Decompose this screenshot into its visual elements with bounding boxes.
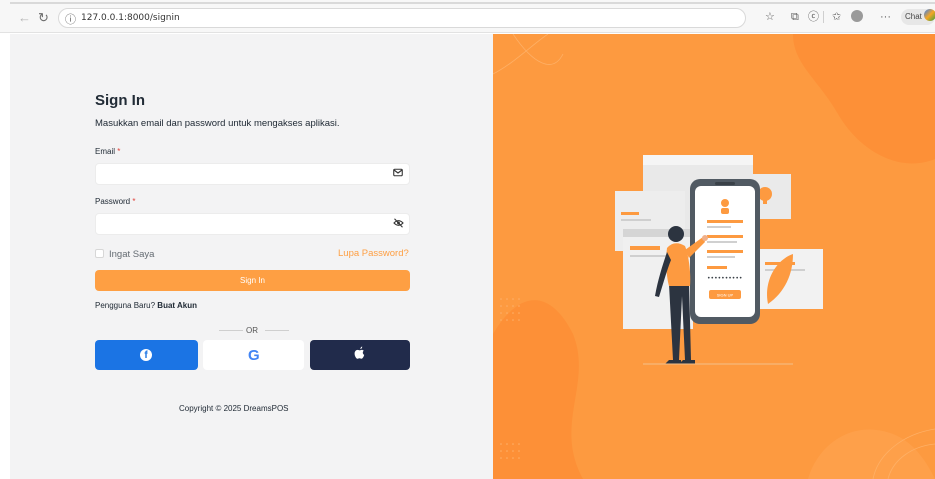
more-icon[interactable]: ··· [880, 10, 891, 24]
woman-shoe [665, 360, 681, 364]
email-label: Email * [95, 147, 120, 156]
phone-form-line [707, 220, 743, 223]
new-user-prompt: Pengguna Baru? [95, 301, 156, 310]
forgot-password-link[interactable]: Lupa Password? [338, 248, 409, 259]
password-field[interactable] [95, 213, 410, 235]
woman-legs [669, 282, 691, 360]
profile-avatar-figure [721, 199, 729, 207]
woman-head [668, 226, 684, 242]
extension-icon[interactable]: ⓒ [808, 10, 819, 24]
corner-blob-bottom [493, 300, 583, 479]
reload-icon[interactable]: ↻ [38, 11, 49, 25]
toolbar-divider [823, 11, 824, 23]
password-dots: •••••••••• [707, 275, 742, 282]
phone-form-line [707, 226, 731, 228]
bg-window-top-bar [643, 155, 753, 165]
copyright-text: Copyright © 2025 DreamsPOS [179, 404, 289, 413]
chat-label: Chat [905, 12, 922, 21]
deco-line [512, 34, 564, 65]
google-icon: G [248, 347, 260, 364]
google-login-button[interactable]: G [203, 340, 304, 370]
facebook-login-button[interactable]: f [95, 340, 198, 370]
facebook-icon: f [140, 349, 152, 361]
woman-hand [702, 235, 708, 241]
phone-form-line [707, 256, 735, 258]
create-account-link[interactable]: Buat Akun [157, 301, 197, 310]
phone-notch [715, 182, 735, 185]
remember-checkbox[interactable] [95, 249, 104, 258]
browser-toolbar: ← ↻ ⓘ 127.0.0.1:8000/signin ☆ ⧉ ⓒ ✩ ··· … [0, 0, 935, 33]
new-user-text: Pengguna Baru? Buat Akun [95, 301, 197, 310]
remember-label: Ingat Saya [109, 249, 155, 260]
phone-form-line [707, 241, 737, 243]
or-divider-label: OR [246, 326, 258, 335]
eye-off-icon[interactable] [393, 218, 404, 231]
password-label-text: Password [95, 197, 131, 206]
corner-blob-right [808, 429, 935, 479]
illustration-panel: •••••••••• SIGN UP [493, 34, 935, 479]
mail-icon [393, 168, 403, 180]
email-label-text: Email [95, 147, 116, 156]
or-divider-left [219, 330, 243, 331]
address-bar-text: 127.0.0.1:8000/signin [81, 13, 180, 23]
page-title: Sign In [95, 92, 145, 109]
bg-window-line [621, 219, 651, 221]
site-info-icon[interactable]: ⓘ [65, 11, 76, 27]
required-mark: * [117, 147, 121, 156]
phone-signup-label: SIGN UP [717, 293, 734, 298]
email-field[interactable] [95, 163, 410, 185]
favorite-star-icon[interactable]: ☆ [765, 10, 775, 24]
woman-shoe [679, 360, 695, 364]
bg-window-line [630, 255, 670, 257]
tab-strip [10, 2, 935, 4]
signin-button[interactable]: Sign In [95, 270, 410, 291]
address-bar[interactable]: ⓘ 127.0.0.1:8000/signin [58, 8, 746, 28]
signup-illustration: •••••••••• SIGN UP [493, 34, 935, 479]
bg-window-line [630, 246, 660, 250]
bg-window-line [621, 212, 639, 215]
back-icon[interactable]: ← [18, 11, 31, 25]
copilot-icon [924, 9, 935, 21]
or-divider-right [265, 330, 289, 331]
page-subtitle: Masukkan email dan password untuk mengak… [95, 118, 340, 129]
phone-form-line [707, 266, 727, 269]
corner-blob-top [793, 34, 935, 164]
lock-key [763, 194, 767, 204]
profile-avatar-icon[interactable] [851, 10, 863, 22]
profile-avatar-body [721, 208, 729, 214]
phone-form-line [707, 250, 743, 253]
password-label: Password * [95, 197, 135, 206]
apple-icon [354, 346, 365, 359]
screenshot-icon[interactable]: ⧉ [791, 10, 799, 24]
deco-line [493, 34, 549, 75]
apple-login-button[interactable] [310, 340, 410, 370]
phone-form-line [707, 235, 743, 238]
favorites-icon[interactable]: ✩ [832, 10, 841, 24]
required-mark: * [132, 197, 136, 206]
